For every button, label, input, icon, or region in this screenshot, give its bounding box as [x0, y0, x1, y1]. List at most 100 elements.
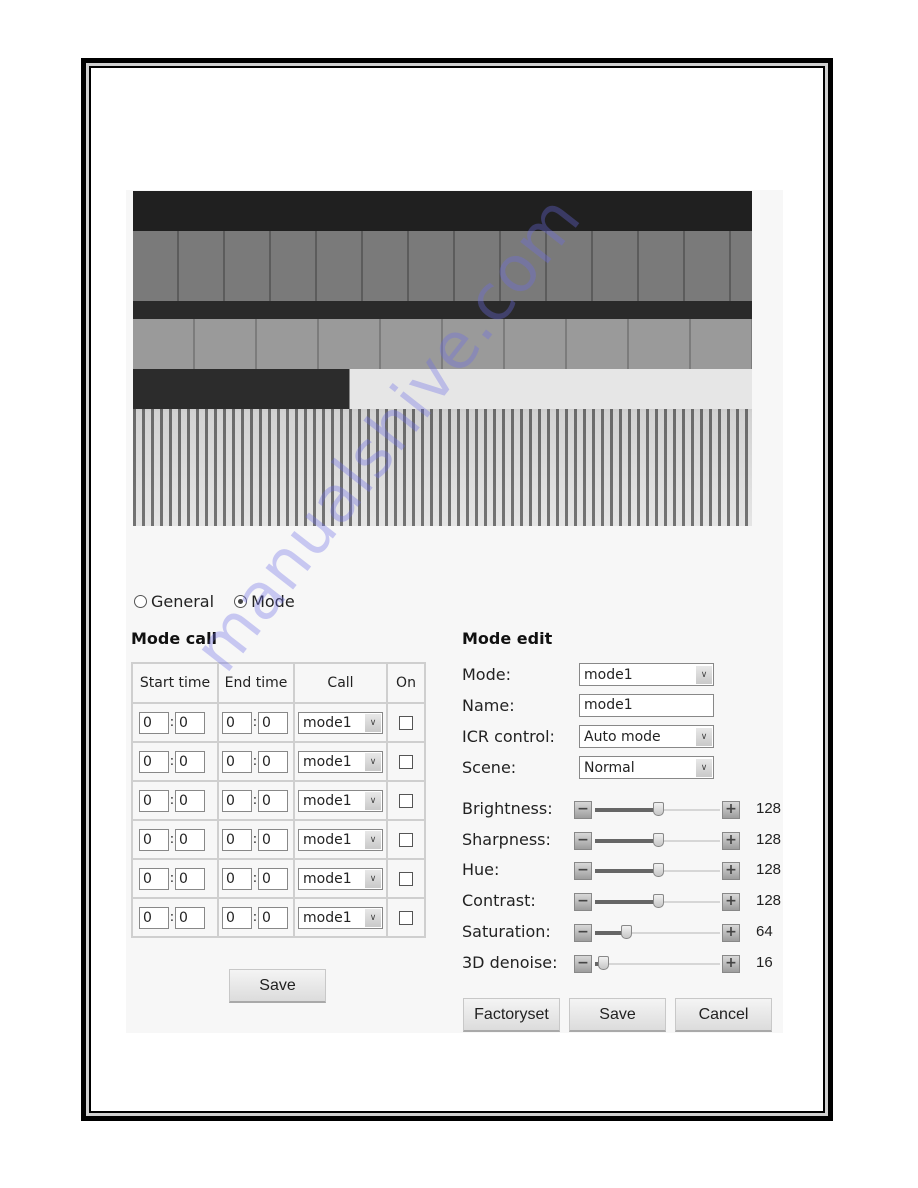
start-minute-input[interactable]: 0 — [175, 867, 205, 890]
slider-track[interactable] — [595, 925, 720, 939]
end-minute-input[interactable]: 0 — [258, 711, 288, 734]
call-select[interactable]: mode1 ∨ — [298, 711, 383, 734]
end-minute-input[interactable]: 0 — [258, 906, 288, 929]
radio-general[interactable] — [134, 595, 147, 608]
slider-track[interactable] — [595, 833, 720, 847]
crowd-floor — [133, 409, 752, 526]
slider-thumb[interactable] — [652, 863, 664, 877]
on-checkbox[interactable] — [399, 793, 413, 808]
upper-wall — [133, 231, 752, 301]
on-cell — [386, 858, 426, 899]
chevron-down-icon: ∨ — [696, 727, 712, 746]
increase-button[interactable]: + — [722, 955, 740, 973]
radio-general-label: General — [151, 592, 215, 611]
end-minute-input[interactable]: 0 — [258, 750, 288, 773]
table-row: 0:0 0:0 mode1 ∨ — [131, 819, 426, 860]
decrease-button[interactable]: − — [574, 893, 592, 911]
increase-button[interactable]: + — [722, 893, 740, 911]
decrease-button[interactable]: − — [574, 862, 592, 880]
slider-label: Contrast: — [462, 891, 536, 910]
chevron-down-icon: ∨ — [365, 713, 381, 732]
mode-edit-save-button[interactable]: Save — [569, 998, 666, 1032]
end-minute-input[interactable]: 0 — [258, 789, 288, 812]
start-minute-input[interactable]: 0 — [175, 906, 205, 929]
slider-label: Saturation: — [462, 922, 551, 941]
slider-thumb[interactable] — [597, 956, 609, 970]
end-minute-input[interactable]: 0 — [258, 867, 288, 890]
on-cell — [386, 741, 426, 782]
decrease-button[interactable]: − — [574, 924, 592, 942]
start-minute-input[interactable]: 0 — [175, 828, 205, 851]
call-select-value: mode1 — [303, 714, 352, 731]
start-hour-input[interactable]: 0 — [139, 828, 169, 851]
decrease-button[interactable]: − — [574, 801, 592, 819]
radio-mode[interactable] — [234, 595, 248, 608]
end-time-cell: 0:0 — [217, 780, 295, 821]
on-cell — [386, 819, 426, 860]
slider-track[interactable] — [595, 802, 720, 816]
start-hour-input[interactable]: 0 — [139, 867, 169, 890]
call-select-value: mode1 — [303, 831, 352, 848]
decrease-button[interactable]: − — [574, 832, 592, 850]
chevron-down-icon: ∨ — [365, 752, 381, 771]
call-select[interactable]: mode1 ∨ — [298, 828, 383, 851]
scene-select[interactable]: Normal ∨ — [579, 756, 714, 779]
call-select[interactable]: mode1 ∨ — [298, 789, 383, 812]
chevron-down-icon: ∨ — [365, 791, 381, 810]
decrease-button[interactable]: − — [574, 955, 592, 973]
on-checkbox[interactable] — [399, 832, 413, 847]
call-select[interactable]: mode1 ∨ — [298, 867, 383, 890]
start-hour-input[interactable]: 0 — [139, 750, 169, 773]
ceiling — [133, 191, 752, 231]
start-hour-input[interactable]: 0 — [139, 711, 169, 734]
start-minute-input[interactable]: 0 — [175, 711, 205, 734]
increase-button[interactable]: + — [722, 832, 740, 850]
mode-select[interactable]: mode1 ∨ — [579, 663, 714, 686]
on-checkbox[interactable] — [399, 871, 413, 886]
end-hour-input[interactable]: 0 — [222, 789, 252, 812]
end-minute-input[interactable]: 0 — [258, 828, 288, 851]
icr-control-value: Auto mode — [584, 728, 661, 745]
end-hour-input[interactable]: 0 — [222, 711, 252, 734]
slider-thumb[interactable] — [652, 802, 664, 816]
increase-button[interactable]: + — [722, 862, 740, 880]
factoryset-button[interactable]: Factoryset — [463, 998, 560, 1032]
on-cell — [386, 897, 426, 938]
increase-button[interactable]: + — [722, 924, 740, 942]
slider-thumb[interactable] — [652, 833, 664, 847]
counters — [133, 369, 752, 409]
call-select[interactable]: mode1 ∨ — [298, 750, 383, 773]
start-hour-input[interactable]: 0 — [139, 789, 169, 812]
slider-track[interactable] — [595, 956, 720, 970]
increase-button[interactable]: + — [722, 801, 740, 819]
end-hour-input[interactable]: 0 — [222, 750, 252, 773]
slider-track[interactable] — [595, 863, 720, 877]
name-input[interactable]: mode1 — [579, 694, 714, 717]
slider-row: Contrast: − +128 — [462, 891, 792, 913]
end-hour-input[interactable]: 0 — [222, 906, 252, 929]
slider-track[interactable] — [595, 894, 720, 908]
icr-control-select[interactable]: Auto mode ∨ — [579, 725, 714, 748]
start-time-cell: 0:0 — [131, 741, 219, 782]
mode-call-table: Start time End time Call On 0:0 0:0 mode1 ∨… — [131, 662, 426, 938]
end-hour-input[interactable]: 0 — [222, 867, 252, 890]
chevron-down-icon: ∨ — [696, 665, 712, 684]
call-select-value: mode1 — [303, 870, 352, 887]
start-minute-input[interactable]: 0 — [175, 750, 205, 773]
on-checkbox[interactable] — [399, 715, 413, 730]
start-time-cell: 0:0 — [131, 819, 219, 860]
mode-call-save-button[interactable]: Save — [229, 969, 326, 1003]
end-hour-input[interactable]: 0 — [222, 828, 252, 851]
start-minute-input[interactable]: 0 — [175, 789, 205, 812]
table-row: 0:0 0:0 mode1 ∨ — [131, 780, 426, 821]
call-cell: mode1 ∨ — [293, 858, 388, 899]
cancel-button[interactable]: Cancel — [675, 998, 772, 1032]
slider-thumb[interactable] — [652, 894, 664, 908]
radio-mode-label: Mode — [251, 592, 295, 611]
start-hour-input[interactable]: 0 — [139, 906, 169, 929]
col-call: Call — [293, 662, 388, 704]
slider-thumb[interactable] — [621, 925, 633, 939]
call-select[interactable]: mode1 ∨ — [298, 906, 383, 929]
on-checkbox[interactable] — [399, 754, 413, 769]
on-checkbox[interactable] — [399, 910, 413, 925]
